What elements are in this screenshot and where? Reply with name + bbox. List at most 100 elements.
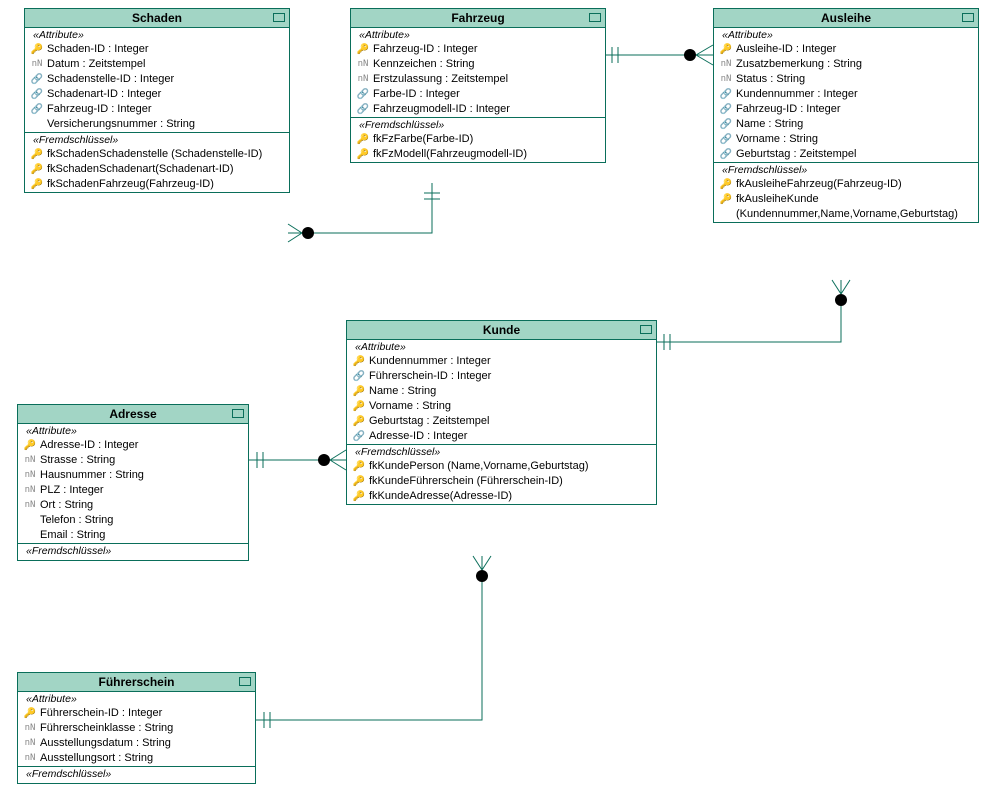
collapse-icon[interactable] (239, 677, 251, 686)
attribute-section-label: «Attribute» (351, 28, 605, 42)
fk-key-icon: 🔑 (351, 459, 367, 474)
attribute-text: Name : String (734, 117, 974, 132)
attribute-text: Kundennummer : Integer (734, 87, 974, 102)
link-icon: 🔗 (718, 147, 734, 162)
attribute-row: 🔑fkKundePerson (Name,Vorname,Geburtstag) (347, 459, 656, 474)
attribute-text: fkFzFarbe(Farbe-ID) (371, 132, 601, 147)
attribute-list: 🔑Kundennummer : Integer🔗Führerschein-ID … (347, 354, 656, 444)
not-null-icon: nN (718, 57, 734, 72)
attribute-row: 🔑fkFzModell(Fahrzeugmodell-ID) (351, 147, 605, 162)
not-null-icon: nN (22, 483, 38, 498)
attribute-row: nNHausnummer : String (18, 468, 248, 483)
not-null-icon: nN (29, 57, 45, 72)
attribute-row: nNAusstellungsdatum : String (18, 736, 255, 751)
fk-list: 🔑fkFzFarbe(Farbe-ID)🔑fkFzModell(Fahrzeug… (351, 132, 605, 162)
attribute-text: Führerschein-ID : Integer (38, 706, 251, 721)
not-null-icon: nN (718, 72, 734, 87)
attribute-row: 🔑Vorname : String (347, 399, 656, 414)
entity-title: Kunde (483, 323, 520, 337)
pk-key-icon: 🔑 (351, 414, 367, 429)
collapse-icon[interactable] (962, 13, 974, 22)
attribute-list: 🔑Ausleihe-ID : IntegernNZusatzbemerkung … (714, 42, 978, 162)
attribute-text: Ausstellungsdatum : String (38, 736, 251, 751)
attribute-text: fkSchadenFahrzeug(Fahrzeug-ID) (45, 177, 285, 192)
pk-key-icon: 🔑 (351, 399, 367, 414)
attribute-text: Zusatzbemerkung : String (734, 57, 974, 72)
pk-key-icon: 🔑 (22, 438, 38, 453)
attribute-row: 🔑fkSchadenSchadenstelle (Schadenstelle-I… (25, 147, 289, 162)
not-null-icon: nN (22, 468, 38, 483)
attribute-text: fkAusleiheFahrzeug(Fahrzeug-ID) (734, 177, 974, 192)
attribute-text: Email : String (38, 528, 244, 543)
attribute-text: fkFzModell(Fahrzeugmodell-ID) (371, 147, 601, 162)
not-null-icon: nN (355, 72, 371, 87)
entity-header: Schaden (25, 9, 289, 28)
entity-fahrzeug[interactable]: Fahrzeug «Attribute» 🔑Fahrzeug-ID : Inte… (350, 8, 606, 163)
fk-key-icon: 🔑 (29, 147, 45, 162)
entity-kunde[interactable]: Kunde «Attribute» 🔑Kundennummer : Intege… (346, 320, 657, 505)
attribute-row: 🔗Vorname : String (714, 132, 978, 147)
entity-header: Ausleihe (714, 9, 978, 28)
attribute-section-label: «Attribute» (347, 340, 656, 354)
fk-key-icon: 🔑 (718, 192, 734, 207)
pk-key-icon: 🔑 (351, 384, 367, 399)
attribute-text: fkSchadenSchadenart(Schadenart-ID) (45, 162, 285, 177)
attribute-text: Fahrzeugmodell-ID : Integer (371, 102, 601, 117)
link-icon: 🔗 (351, 429, 367, 444)
fk-section-label: «Fremdschlüssel» (347, 445, 656, 459)
attribute-row: nNDatum : Zeitstempel (25, 57, 289, 72)
link-icon: 🔗 (718, 132, 734, 147)
attribute-text: Führerscheinklasse : String (38, 721, 251, 736)
attribute-row: nNAusstellungsort : String (18, 751, 255, 766)
entity-fuehrerschein[interactable]: Führerschein «Attribute» 🔑Führerschein-I… (17, 672, 256, 784)
attribute-row: nNStrasse : String (18, 453, 248, 468)
link-icon: 🔗 (355, 87, 371, 102)
attribute-row: 🔗Farbe-ID : Integer (351, 87, 605, 102)
collapse-icon[interactable] (273, 13, 285, 22)
fk-key-icon: 🔑 (29, 177, 45, 192)
collapse-icon[interactable] (640, 325, 652, 334)
attribute-text: Erstzulassung : Zeitstempel (371, 72, 601, 87)
attribute-row: 🔑Führerschein-ID : Integer (18, 706, 255, 721)
attribute-text: Schadenstelle-ID : Integer (45, 72, 285, 87)
link-icon: 🔗 (718, 102, 734, 117)
entity-title: Fahrzeug (451, 11, 504, 25)
entity-ausleihe[interactable]: Ausleihe «Attribute» 🔑Ausleihe-ID : Inte… (713, 8, 979, 223)
attribute-text: Fahrzeug-ID : Integer (371, 42, 601, 57)
attribute-row: 🔑Fahrzeug-ID : Integer (351, 42, 605, 57)
pk-key-icon: 🔑 (355, 42, 371, 57)
attribute-row: 🔗Kundennummer : Integer (714, 87, 978, 102)
pk-key-icon: 🔑 (29, 42, 45, 57)
attribute-section-label: «Attribute» (18, 424, 248, 438)
attribute-text: Vorname : String (367, 399, 652, 414)
entity-adresse[interactable]: Adresse «Attribute» 🔑Adresse-ID : Intege… (17, 404, 249, 561)
attribute-text: fkKundeFührerschein (Führerschein-ID) (367, 474, 652, 489)
link-icon: 🔗 (718, 87, 734, 102)
attribute-row: nNOrt : String (18, 498, 248, 513)
attribute-text: Hausnummer : String (38, 468, 244, 483)
entity-header: Führerschein (18, 673, 255, 692)
attribute-section-label: «Attribute» (25, 28, 289, 42)
attribute-list: 🔑Fahrzeug-ID : IntegernNKennzeichen : St… (351, 42, 605, 117)
entity-title: Adresse (109, 407, 156, 421)
not-null-icon: nN (355, 57, 371, 72)
attribute-text: Telefon : String (38, 513, 244, 528)
fk-section-label: «Fremdschlüssel» (18, 767, 255, 781)
fk-key-icon: 🔑 (351, 474, 367, 489)
attribute-row: 🔗Adresse-ID : Integer (347, 429, 656, 444)
not-null-icon: nN (22, 736, 38, 751)
entity-title: Führerschein (98, 675, 174, 689)
fk-key-icon: 🔑 (351, 489, 367, 504)
attribute-section-label: «Attribute» (714, 28, 978, 42)
fk-key-icon: 🔑 (29, 162, 45, 177)
attribute-text: Versicherungsnummer : String (45, 117, 285, 132)
collapse-icon[interactable] (589, 13, 601, 22)
attribute-text: Fahrzeug-ID : Integer (734, 102, 974, 117)
link-icon: 🔗 (718, 117, 734, 132)
entity-schaden[interactable]: Schaden «Attribute» 🔑Schaden-ID : Intege… (24, 8, 290, 193)
fk-list: 🔑fkAusleiheFahrzeug(Fahrzeug-ID)🔑fkAusle… (714, 177, 978, 222)
attribute-text: Datum : Zeitstempel (45, 57, 285, 72)
attribute-row: 🔗Name : String (714, 117, 978, 132)
collapse-icon[interactable] (232, 409, 244, 418)
attribute-row: nNPLZ : Integer (18, 483, 248, 498)
